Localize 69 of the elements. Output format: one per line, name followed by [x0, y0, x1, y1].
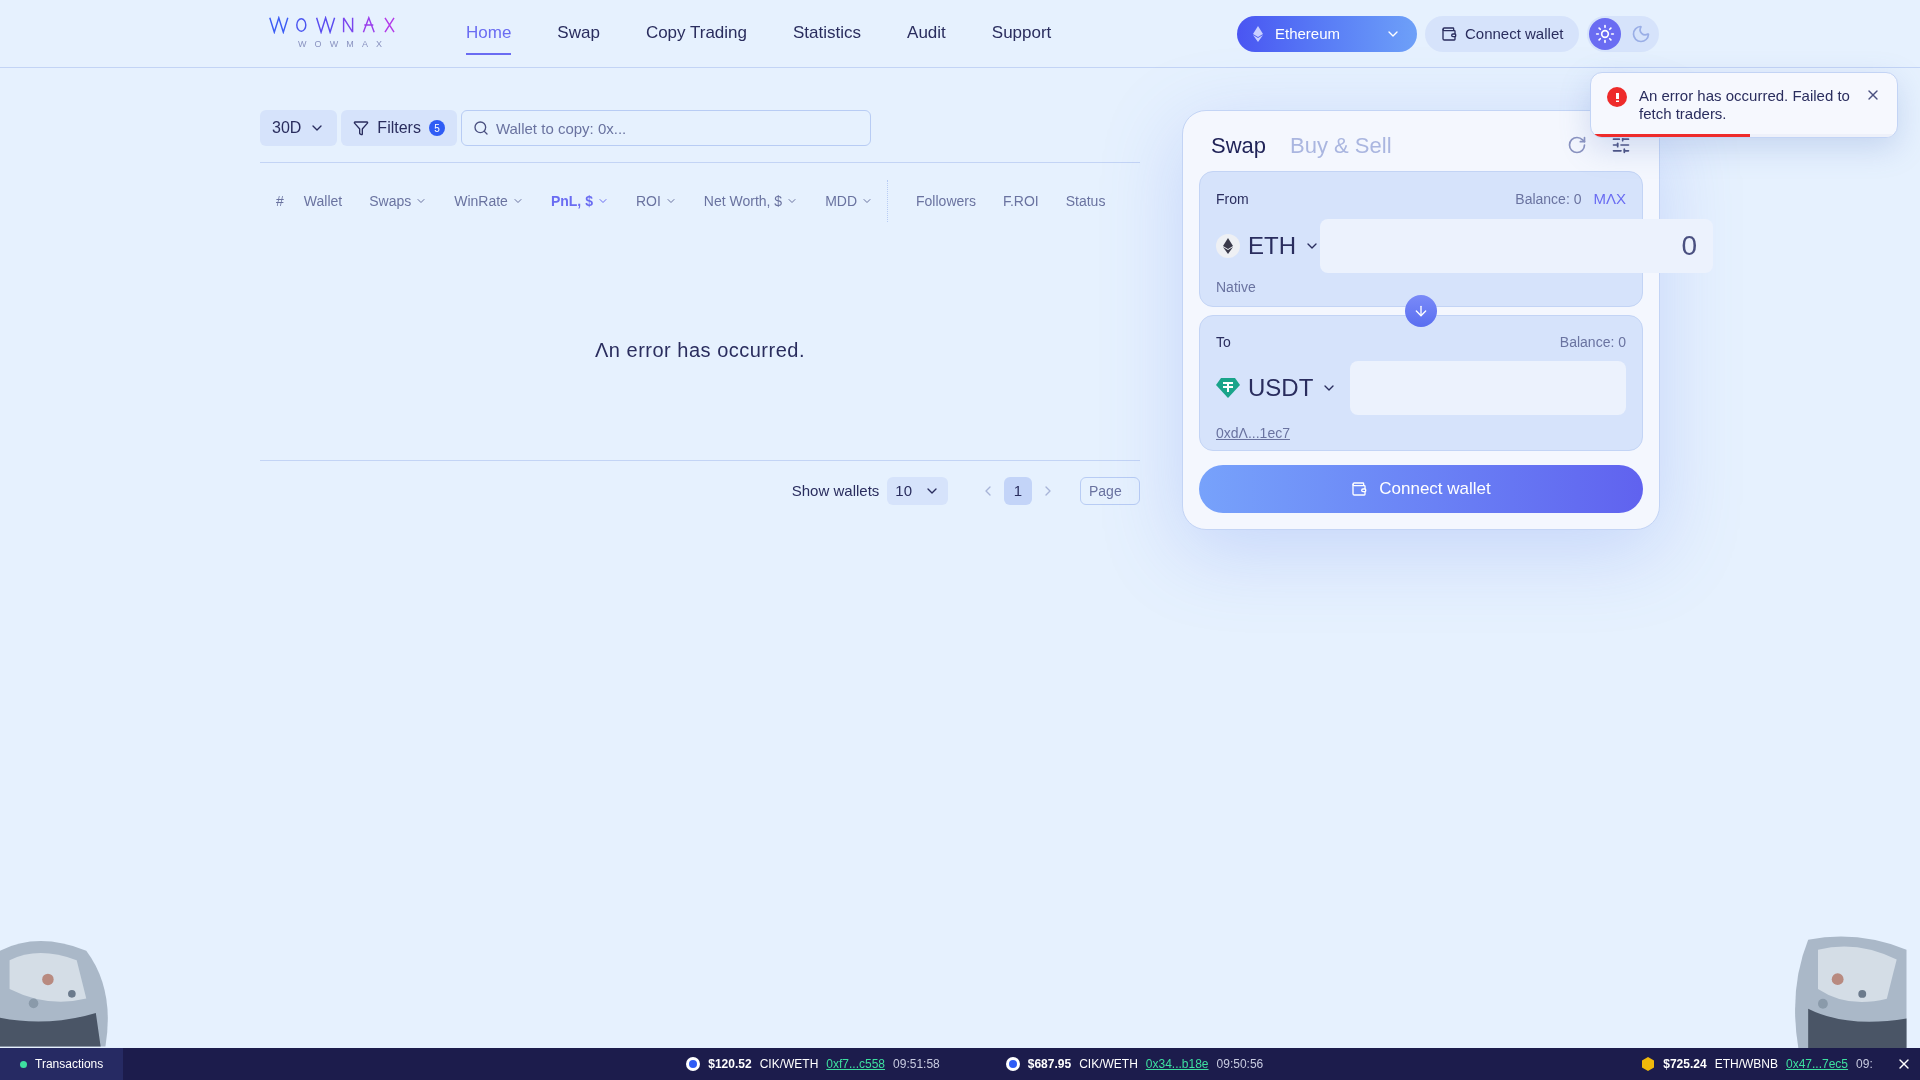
column-header[interactable]: Net Worth, $: [703, 190, 799, 212]
trade-time: 09:51:58: [893, 1056, 940, 1073]
trade-address-link[interactable]: 0xf7...c558: [826, 1055, 886, 1073]
search-icon: [472, 120, 489, 136]
eth-token-icon: [1216, 233, 1240, 258]
trade-time: 09:50:56: [1216, 1056, 1264, 1073]
wallet-icon: [1441, 26, 1457, 42]
from-label: From: [1216, 190, 1249, 209]
trade-pair: CIK/WETH: [759, 1056, 819, 1073]
cube-icon: [1641, 1057, 1656, 1071]
to-label: To: [1216, 333, 1231, 353]
page-size-select[interactable]: 10: [887, 477, 948, 505]
nav-link[interactable]: Statistics: [793, 11, 862, 56]
token-select[interactable]: USDT: [1216, 370, 1350, 407]
period-select[interactable]: 30D: [260, 110, 338, 146]
token-note: Native: [1216, 277, 1257, 297]
token-address-link[interactable]: 0xdΛ...1ec7: [1216, 423, 1290, 445]
search-field[interactable]: Wallet to copy: 0x...: [460, 110, 871, 146]
trade-pair: ETH/WBNB: [1714, 1056, 1778, 1073]
connect-wallet-button[interactable]: Connect wallet: [1199, 465, 1643, 513]
trade-amount: $687.95: [1027, 1056, 1072, 1073]
sun-icon[interactable]: [1589, 18, 1622, 50]
amount-field[interactable]: 0: [1320, 218, 1713, 273]
column-header: Followers: [887, 180, 976, 222]
filters-button[interactable]: Filters 5: [341, 110, 457, 146]
token-select[interactable]: ETH: [1216, 227, 1320, 264]
token-icon: [686, 1057, 701, 1071]
swap-tab[interactable]: Swap: [1211, 128, 1267, 162]
column-header: F.ROI: [1002, 191, 1039, 211]
column-header[interactable]: ROI: [635, 190, 677, 212]
nav-link[interactable]: Swap: [557, 11, 600, 56]
error-message: Λn error has occurred.: [595, 337, 805, 363]
page-button[interactable]: 1: [1004, 477, 1032, 505]
filter-count: 5: [428, 120, 445, 136]
transactions-tab[interactable]: Transactions: [0, 1048, 124, 1080]
nav-link[interactable]: Support: [991, 11, 1052, 56]
column-header: Status: [1065, 191, 1106, 211]
trade-address-link[interactable]: 0x47...7ec5: [1786, 1055, 1849, 1073]
column-header[interactable]: Swaps: [369, 190, 428, 212]
nav-link[interactable]: Copy Trading: [645, 11, 747, 56]
network-select[interactable]: Ethereum: [1237, 16, 1417, 52]
logo-text: WOWMAX: [297, 37, 391, 51]
trade-amount: $725.24: [1663, 1056, 1707, 1073]
trade-amount: $120.52: [708, 1056, 752, 1073]
nav-link[interactable]: Home: [466, 11, 512, 56]
wallet-icon: [1351, 481, 1368, 498]
settings-icon[interactable]: [1611, 135, 1631, 156]
theme-toggle[interactable]: [1587, 16, 1660, 52]
usdt-token-icon: [1216, 378, 1240, 399]
token-icon: [1005, 1057, 1020, 1071]
balance-label: Balance: 0: [1559, 333, 1626, 353]
column-header[interactable]: MDD: [825, 190, 874, 212]
column-header: #: [276, 191, 284, 211]
refresh-icon[interactable]: [1567, 135, 1587, 156]
nav-link[interactable]: Audit: [907, 11, 946, 56]
trade-address-link[interactable]: 0x34...b18e: [1145, 1055, 1209, 1073]
connect-wallet-button[interactable]: Connect wallet: [1425, 16, 1580, 52]
trade-pair: CIK/WETH: [1079, 1056, 1138, 1073]
column-header: Wallet: [303, 191, 343, 211]
ethereum-icon: [1253, 26, 1263, 42]
filter-icon: [353, 120, 370, 136]
balance-label: Balance: 0: [1515, 190, 1582, 209]
trade-time: 09:: [1856, 1056, 1873, 1073]
column-header[interactable]: WinRate: [454, 190, 524, 212]
column-header[interactable]: PnL, $: [550, 190, 609, 212]
page-field[interactable]: Page: [1080, 477, 1140, 505]
show-wallets-label: Show wallets: [791, 480, 880, 501]
toast-message: An error has occurred. Failed to fetch traders.: [1639, 87, 1851, 123]
error-icon: [1607, 87, 1627, 107]
